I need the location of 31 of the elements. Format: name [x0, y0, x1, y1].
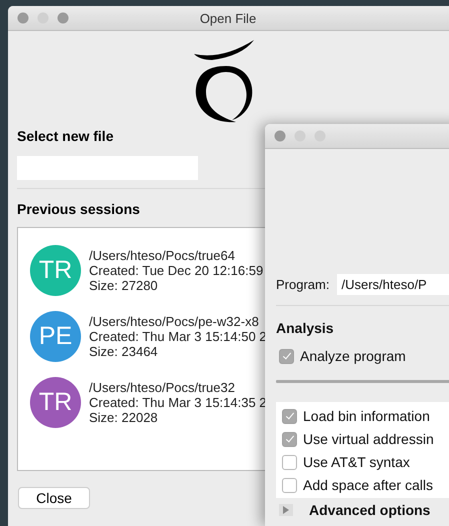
checkbox[interactable]	[282, 432, 297, 446]
session-path[interactable]: /Users/hteso/Pocs/pe-w32-x8	[89, 314, 267, 328]
session-size: Size: 22028	[89, 410, 159, 424]
avatar: TR	[30, 376, 81, 428]
section-heading: Previous sessions	[17, 201, 140, 217]
expand-toggle-icon[interactable]	[279, 504, 293, 516]
session-size: Size: 23464	[89, 344, 159, 358]
section-heading: Analysis	[276, 320, 335, 336]
checkbox-label: Use virtual addressin	[303, 431, 434, 447]
program-path-field[interactable]: /Users/hteso/P	[337, 274, 449, 295]
checkbox-label: Analyze program	[300, 348, 406, 364]
checkbox[interactable]	[279, 348, 294, 364]
advanced-options-label[interactable]: Advanced options	[309, 502, 430, 518]
section-heading: Select new file	[17, 128, 114, 144]
session-path[interactable]: /Users/hteso/Pocs/true64	[89, 248, 264, 262]
window-title: Open File	[200, 11, 256, 26]
session-created: Created: Tue Dec 20 12:16:59	[89, 262, 264, 278]
session-size: Size: 27280	[89, 278, 159, 292]
checkbox[interactable]	[282, 478, 297, 492]
program-label: Program:	[276, 277, 330, 292]
checkbox[interactable]	[282, 408, 297, 424]
checkbox-label: Add space after calls	[303, 477, 433, 493]
checkbox-label: Use AT&T syntax	[303, 454, 410, 470]
session-path[interactable]: /Users/hteso/Pocs/true32	[89, 380, 267, 394]
window-controls-icon[interactable]	[274, 130, 326, 142]
checkbox-label: Load bin information	[303, 408, 430, 424]
close-button[interactable]: Close	[18, 487, 90, 509]
window-controls-icon[interactable]	[17, 12, 69, 24]
checkbox[interactable]	[282, 454, 297, 470]
avatar: TR	[30, 244, 81, 296]
avatar: PE	[30, 310, 81, 362]
